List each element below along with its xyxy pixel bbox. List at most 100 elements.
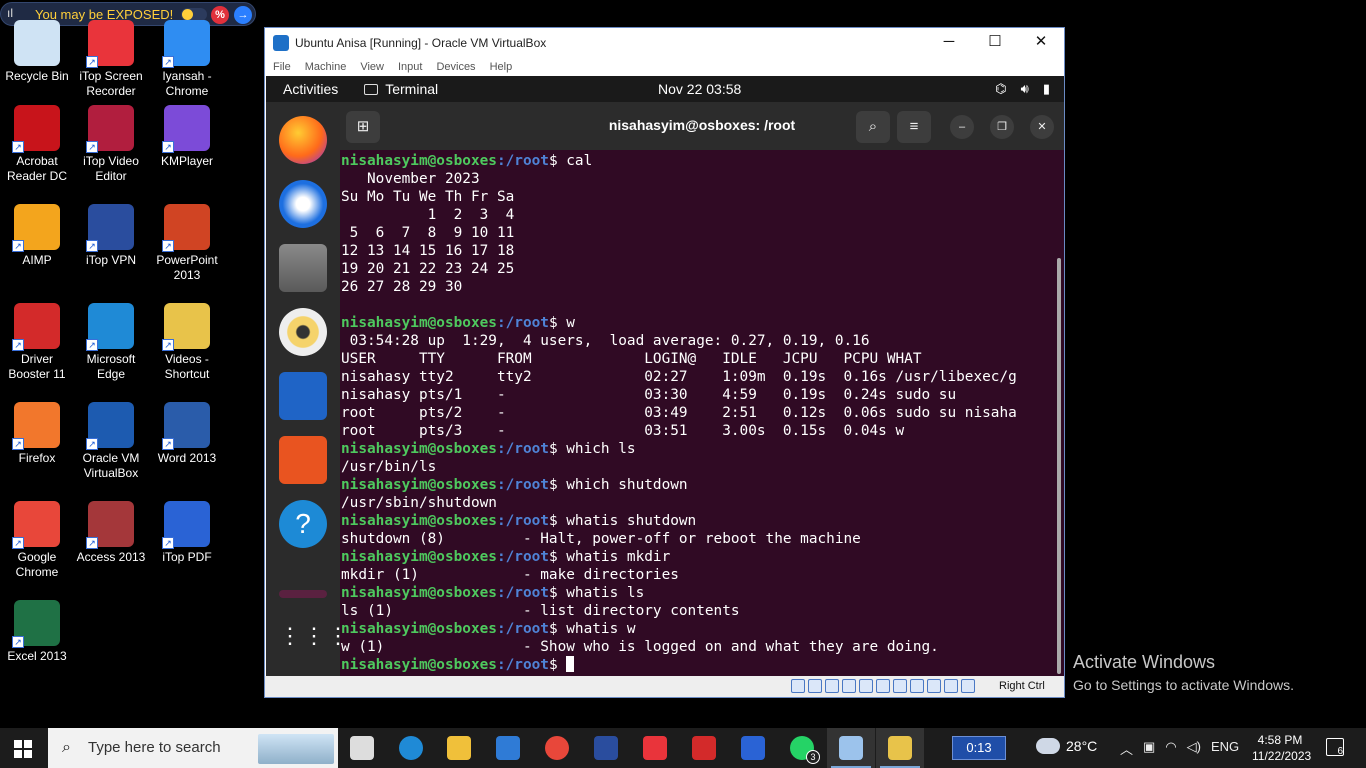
taskbar-videos-icon[interactable] (888, 736, 912, 760)
taskbar-mail-icon[interactable] (496, 736, 520, 760)
shared-folder-icon[interactable] (876, 679, 890, 693)
prompt-char: $ (548, 315, 567, 331)
taskbar-task-view-icon[interactable] (350, 736, 374, 760)
terminal-line: nisahasyim@osboxes:/root$ whatis w (341, 620, 1053, 638)
desktop-icon[interactable]: Recycle Bin (0, 20, 74, 84)
maximize-button[interactable]: ☐ (972, 28, 1018, 56)
desktop-icon[interactable]: ↗ Iyansah - Chrome (150, 20, 224, 99)
cpu-icon[interactable] (927, 679, 941, 693)
hdd-icon[interactable] (791, 679, 805, 693)
chevron-up-icon[interactable]: ︿ (1120, 739, 1133, 758)
desktop-icon[interactable]: ↗ Firefox (0, 402, 74, 466)
terminal-headerbar[interactable]: ⊞ nisahasyim@osboxes: /root ⌕ ≡ – ❐ ✕ (340, 102, 1064, 150)
writer-icon[interactable] (279, 372, 327, 420)
taskbar-edge-icon[interactable] (399, 736, 423, 760)
desktop-icon-label: Acrobat Reader DC (6, 154, 68, 183)
desktop-icon[interactable]: ↗ iTop VPN (74, 204, 148, 268)
activities-button[interactable]: Activities (283, 81, 338, 97)
app-icon: ↗ (162, 20, 210, 68)
taskbar-virtualbox-icon[interactable] (839, 736, 863, 760)
prompt-path: :/root (496, 513, 549, 529)
menu-help[interactable]: Help (490, 58, 513, 76)
weather-widget[interactable]: 28°C (1036, 738, 1097, 754)
help-icon[interactable]: ? (279, 500, 327, 548)
search-box[interactable]: ⌕ Type here to search (48, 728, 338, 768)
taskbar-whatsapp-icon[interactable]: 3 (790, 736, 820, 764)
terminal-line: w (1) - Show who is logged on and what t… (341, 639, 939, 655)
rhythmbox-icon[interactable] (279, 308, 327, 356)
notification-center-button[interactable]: 6 (1326, 738, 1344, 757)
menu-view[interactable]: View (360, 58, 384, 76)
usb-icon[interactable] (859, 679, 873, 693)
optical-icon[interactable] (808, 679, 822, 693)
terminal-output[interactable]: nisahasyim@osboxes:/root$ cal November 2… (341, 152, 1053, 672)
desktop-icon[interactable]: ↗ iTop Screen Recorder (74, 20, 148, 99)
terminal-close-button[interactable]: ✕ (1030, 115, 1054, 139)
network-adapter-icon[interactable] (842, 679, 856, 693)
firefox-icon[interactable] (279, 116, 327, 164)
desktop-icon[interactable]: ↗ Videos - Shortcut (150, 303, 224, 382)
desktop-icon[interactable]: ↗ Google Chrome (0, 501, 74, 580)
recording-icon[interactable] (910, 679, 924, 693)
desktop-icon[interactable]: ↗ KMPlayer (150, 105, 224, 169)
software-icon[interactable] (279, 436, 327, 484)
shortcut-arrow-icon: ↗ (12, 537, 24, 549)
desktop-icon[interactable]: ↗ iTop PDF (150, 501, 224, 565)
taskbar-file-explorer-icon[interactable] (447, 736, 471, 760)
close-button[interactable]: ✕ (1018, 28, 1064, 56)
desktop-icon[interactable]: ↗ iTop Video Editor (74, 105, 148, 184)
search-button[interactable]: ⌕ (856, 111, 890, 143)
taskbar-driver-booster-icon[interactable] (692, 736, 716, 760)
arrow-right-icon[interactable]: → (234, 6, 252, 24)
app-menu[interactable]: Terminal (364, 81, 438, 97)
taskbar-itop-vpn-icon[interactable] (594, 736, 618, 760)
desktop-icon[interactable]: ↗ AIMP (0, 204, 74, 268)
desktop-icon[interactable]: ↗ Acrobat Reader DC (0, 105, 74, 184)
taskbar-chrome-icon[interactable] (545, 736, 569, 760)
terminal-minimize-button[interactable]: – (950, 115, 974, 139)
files-icon[interactable] (279, 244, 327, 292)
prompt-char: $ (548, 621, 567, 637)
taskbar-itop-pdf-icon[interactable] (741, 736, 765, 760)
desktop-icon[interactable]: ↗ Microsoft Edge (74, 303, 148, 382)
desktop-icon[interactable]: ↗ Driver Booster 11 (0, 303, 74, 382)
desktop-icon[interactable]: ↗ Oracle VM VirtualBox (74, 402, 148, 481)
terminal-line: nisahasyim@osboxes:/root$ which shutdown (341, 476, 1053, 494)
start-button[interactable] (14, 740, 32, 758)
taskbar-clock[interactable]: 4:58 PM 11/22/2023 (1252, 732, 1311, 764)
display-icon[interactable] (893, 679, 907, 693)
menu-input[interactable]: Input (398, 58, 422, 76)
menu-file[interactable]: File (273, 58, 291, 76)
show-apps-icon[interactable]: ⋮⋮⋮ (279, 612, 349, 660)
topbar-clock[interactable]: Nov 22 03:58 (658, 81, 741, 97)
recording-timer[interactable]: 0:13 (952, 736, 1006, 760)
keyboard-icon[interactable] (961, 679, 975, 693)
language-indicator[interactable]: ENG (1211, 739, 1239, 758)
app-icon: ↗ (12, 600, 60, 648)
prompt-user: nisahasyim@osboxes (341, 477, 497, 493)
meet-icon[interactable]: ▣ (1143, 739, 1155, 758)
menu-machine[interactable]: Machine (305, 58, 347, 76)
system-menu[interactable]: ⌬ 🔊︎ ▮ (995, 81, 1050, 97)
minimize-button[interactable]: ─ (926, 28, 972, 56)
hamburger-menu-button[interactable]: ≡ (897, 111, 931, 143)
wifi-icon[interactable]: ◠ (1165, 739, 1176, 758)
shortcut-arrow-icon: ↗ (86, 537, 98, 549)
audio-icon[interactable] (825, 679, 839, 693)
menu-devices[interactable]: Devices (436, 58, 475, 76)
terminal-line: shutdown (8) - Halt, power-off or reboot… (341, 531, 861, 547)
terminal-maximize-button[interactable]: ❐ (990, 115, 1014, 139)
speaker-icon[interactable]: ◁) (1187, 739, 1201, 758)
thunderbird-icon[interactable] (279, 180, 327, 228)
terminal-line: ls (1) - list directory contents (341, 603, 740, 619)
terminal-scrollbar[interactable] (1057, 258, 1061, 674)
desktop-icon[interactable]: ↗ Access 2013 (74, 501, 148, 565)
mouse-integration-icon[interactable] (944, 679, 958, 693)
terminal-line: nisahasy tty2 tty2 02:27 1:09m 0.19s 0.1… (341, 369, 1017, 385)
desktop-icon[interactable]: ↗ PowerPoint 2013 (150, 204, 224, 283)
desktop-icon[interactable]: ↗ Word 2013 (150, 402, 224, 466)
terminal-line: root pts/2 - 03:49 2:51 0.12s 0.06s sudo… (341, 405, 1017, 421)
desktop-icon[interactable]: ↗ Excel 2013 (0, 600, 74, 664)
window-title: Ubuntu Anisa [Running] - Oracle VM Virtu… (295, 36, 547, 50)
taskbar-itop-screen-recorder-icon[interactable] (643, 736, 667, 760)
